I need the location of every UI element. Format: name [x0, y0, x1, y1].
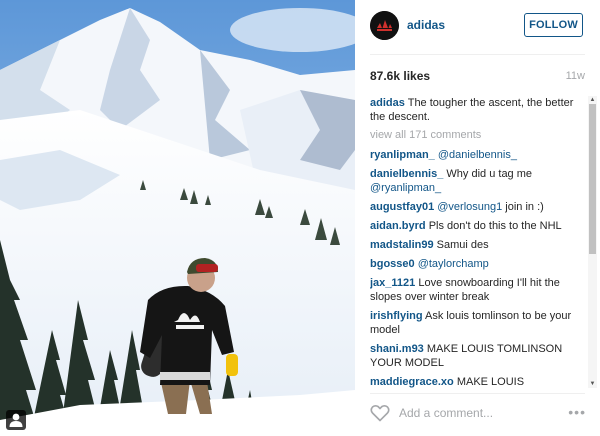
add-comment-input[interactable]: Add a comment...	[399, 406, 493, 420]
comment-username[interactable]: ryanlipman_	[370, 149, 435, 161]
comment-container: ryanlipman_ @danielbennis_ danielbennis_ …	[370, 148, 584, 388]
comment-item: bgosse0 @taylorchamp	[370, 257, 584, 271]
comment-text: Why did u tag me	[446, 168, 533, 180]
comment-username[interactable]: bgosse0	[370, 258, 415, 270]
comment-username[interactable]: maddiegrace.xo	[370, 376, 454, 388]
comment-mention[interactable]: @danielbennis_	[438, 149, 517, 161]
comment-username[interactable]: jax_1121	[370, 277, 415, 289]
more-options-icon[interactable]: •••	[568, 404, 586, 420]
footer-divider	[370, 393, 585, 394]
comment-mention[interactable]: @verlosung1	[437, 201, 502, 213]
comment-text: join in :)	[502, 201, 544, 213]
user-tag-icon[interactable]	[6, 410, 26, 430]
comment-username[interactable]: aidan.byrd	[370, 220, 426, 232]
comment-username[interactable]: augustfay01	[370, 201, 434, 213]
comment-text: Pls don't do this to the NHL	[428, 220, 562, 232]
header-divider	[370, 54, 585, 55]
caption: adidas The tougher the ascent, the bette…	[370, 96, 584, 124]
post-header: adidas FOLLOW	[355, 0, 600, 54]
comment-item: danielbennis_ Why did u tag me @ryanlipm…	[370, 167, 584, 195]
comment-username[interactable]: danielbennis_	[370, 168, 443, 180]
comment-username[interactable]: shani.m93	[370, 343, 424, 355]
post-side-panel: adidas FOLLOW 87.6k likes 11w adidas The…	[355, 0, 600, 436]
comments-list: adidas The tougher the ascent, the bette…	[370, 96, 584, 388]
comment-text: Samui des	[436, 239, 489, 251]
follow-button[interactable]: FOLLOW	[524, 13, 583, 37]
scroll-down-arrow-icon[interactable]: ▼	[588, 380, 597, 388]
comments-scrollbar[interactable]: ▲ ▼	[588, 96, 597, 388]
scroll-up-arrow-icon[interactable]: ▲	[588, 96, 597, 104]
view-all-comments-link[interactable]: view all 171 comments	[370, 128, 584, 142]
comment-item: augustfay01 @verlosung1 join in :)	[370, 200, 584, 214]
avatar[interactable]	[370, 11, 399, 40]
comment-username[interactable]: madstalin99	[370, 239, 434, 251]
comment-item: shani.m93 MAKE LOUIS TOMLINSON YOUR MODE…	[370, 342, 584, 370]
heart-icon[interactable]	[370, 404, 390, 422]
comment-item: aidan.byrd Pls don't do this to the NHL	[370, 219, 584, 233]
caption-username[interactable]: adidas	[370, 97, 405, 109]
post-age[interactable]: 11w	[566, 70, 585, 82]
comment-item: ryanlipman_ @danielbennis_	[370, 148, 584, 162]
comment-username[interactable]: irishflying	[370, 310, 423, 322]
post-photo[interactable]	[0, 0, 355, 436]
comment-item: madstalin99 Samui des	[370, 238, 584, 252]
scroll-thumb[interactable]	[589, 104, 596, 254]
comment-item: irishflying Ask louis tomlinson to be yo…	[370, 309, 584, 337]
likes-count[interactable]: 87.6k likes	[370, 69, 430, 83]
comment-item: jax_1121 Love snowboarding I'll hit the …	[370, 276, 584, 304]
comment-mention[interactable]: @taylorchamp	[418, 258, 489, 270]
adidas-logo-icon	[370, 11, 399, 40]
snowboarder-mountain-image	[0, 0, 355, 436]
post-username[interactable]: adidas	[407, 18, 445, 32]
comment-mention[interactable]: @ryanlipman_	[370, 182, 441, 194]
comment-item: maddiegrace.xo MAKE LOUIS TOMLINSON YOUR…	[370, 375, 584, 388]
